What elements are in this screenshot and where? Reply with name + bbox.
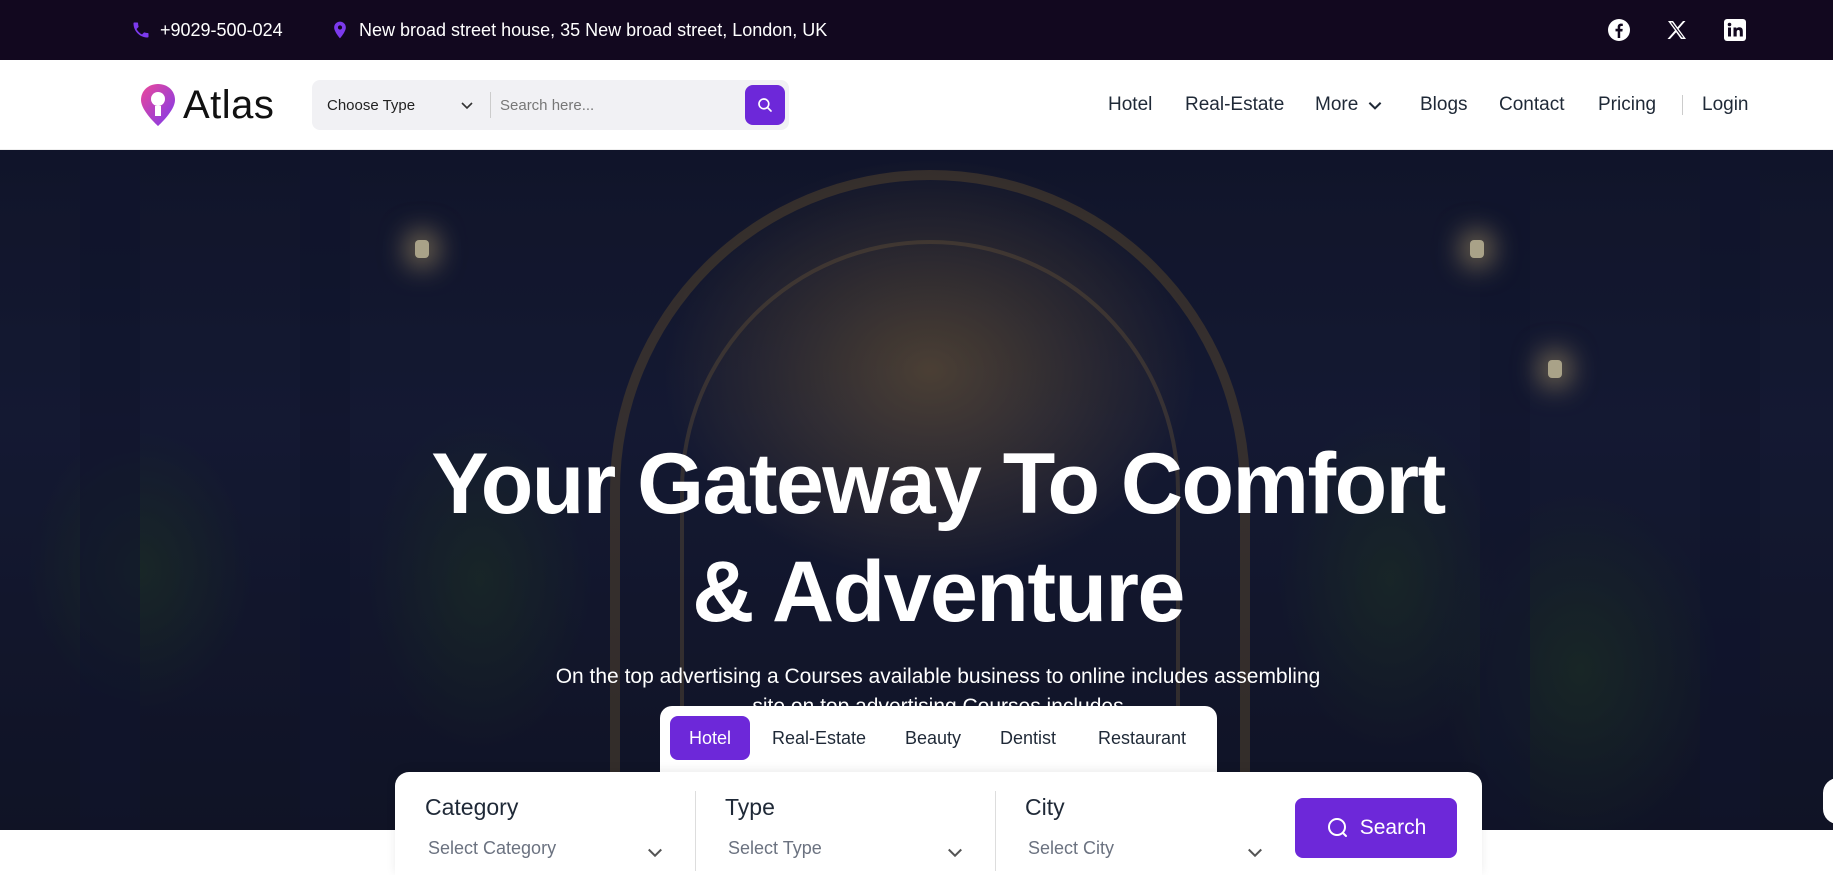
search-tabs: Hotel Real-Estate Beauty Dentist Restaur… [660,706,1217,772]
location-pin-icon [329,19,351,41]
hero-title-line2: & Adventure [692,544,1185,640]
search-divider [490,92,491,118]
tab-hotel[interactable]: Hotel [670,716,750,760]
tab-dentist[interactable]: Dentist [988,716,1068,760]
nav-blogs[interactable]: Blogs [1420,60,1468,150]
logo-pin-icon [141,84,175,126]
city-select[interactable]: Select City [1028,838,1114,859]
address-text: New broad street house, 35 New broad str… [359,19,828,40]
header-search: Choose Type [312,80,789,130]
field-divider [995,791,996,871]
search-icon [1327,818,1347,837]
type-field[interactable]: Type Select Type [725,772,975,875]
search-button[interactable] [745,85,785,125]
search-submit-label: Search [1359,816,1427,839]
tab-real-estate[interactable]: Real-Estate [760,716,878,760]
phone-number: +9029-500-024 [160,19,283,40]
category-select[interactable]: Select Category [428,838,556,859]
hero-title: Your Gateway To Comfort & Adventure [0,430,1833,646]
linkedin-icon[interactable] [1722,17,1748,43]
chevron-down-icon [461,102,473,110]
category-field[interactable]: Category Select Category [425,772,675,875]
tab-restaurant[interactable]: Restaurant [1078,716,1206,760]
search-submit-button[interactable]: Search [1295,798,1457,858]
type-label: Type [725,794,775,820]
floating-edge-widget[interactable] [1823,778,1833,824]
main-header: Atlas Choose Type Hotel Real-Estate More… [0,60,1833,150]
type-select[interactable]: Select Type [728,838,822,859]
field-divider [695,791,696,871]
chevron-down-icon [1248,848,1262,858]
search-input[interactable] [500,89,750,121]
hero-title-line1: Your Gateway To Comfort [431,436,1446,532]
logo[interactable]: Atlas [137,80,274,130]
tab-beauty[interactable]: Beauty [888,716,978,760]
nav-login[interactable]: Login [1702,60,1749,150]
chevron-down-icon [648,848,662,858]
x-icon[interactable] [1664,17,1690,43]
nav-more[interactable]: More [1315,60,1384,150]
search-panel: Category Select Category Type Select Typ… [395,772,1482,875]
nav-hotel[interactable]: Hotel [1108,60,1152,150]
nav-real-estate[interactable]: Real-Estate [1185,60,1284,150]
chevron-down-icon [948,848,962,858]
chevron-down-icon [1368,102,1382,110]
phone-icon [130,19,152,41]
nav-pricing[interactable]: Pricing [1598,60,1656,150]
city-label: City [1025,794,1065,820]
nav-contact[interactable]: Contact [1499,60,1564,150]
phone-contact[interactable]: +9029-500-024 [130,0,283,60]
city-field[interactable]: City Select City [1025,772,1275,875]
top-bar: +9029-500-024 New broad street house, 35… [0,0,1833,60]
address-contact: New broad street house, 35 New broad str… [329,0,827,60]
nav-separator [1682,95,1683,115]
nav-more-label: More [1315,94,1359,115]
category-label: Category [425,794,519,820]
choose-type-label: Choose Type [327,96,416,114]
search-icon [758,98,772,112]
logo-text: Atlas [183,82,275,127]
facebook-icon[interactable] [1606,17,1632,43]
